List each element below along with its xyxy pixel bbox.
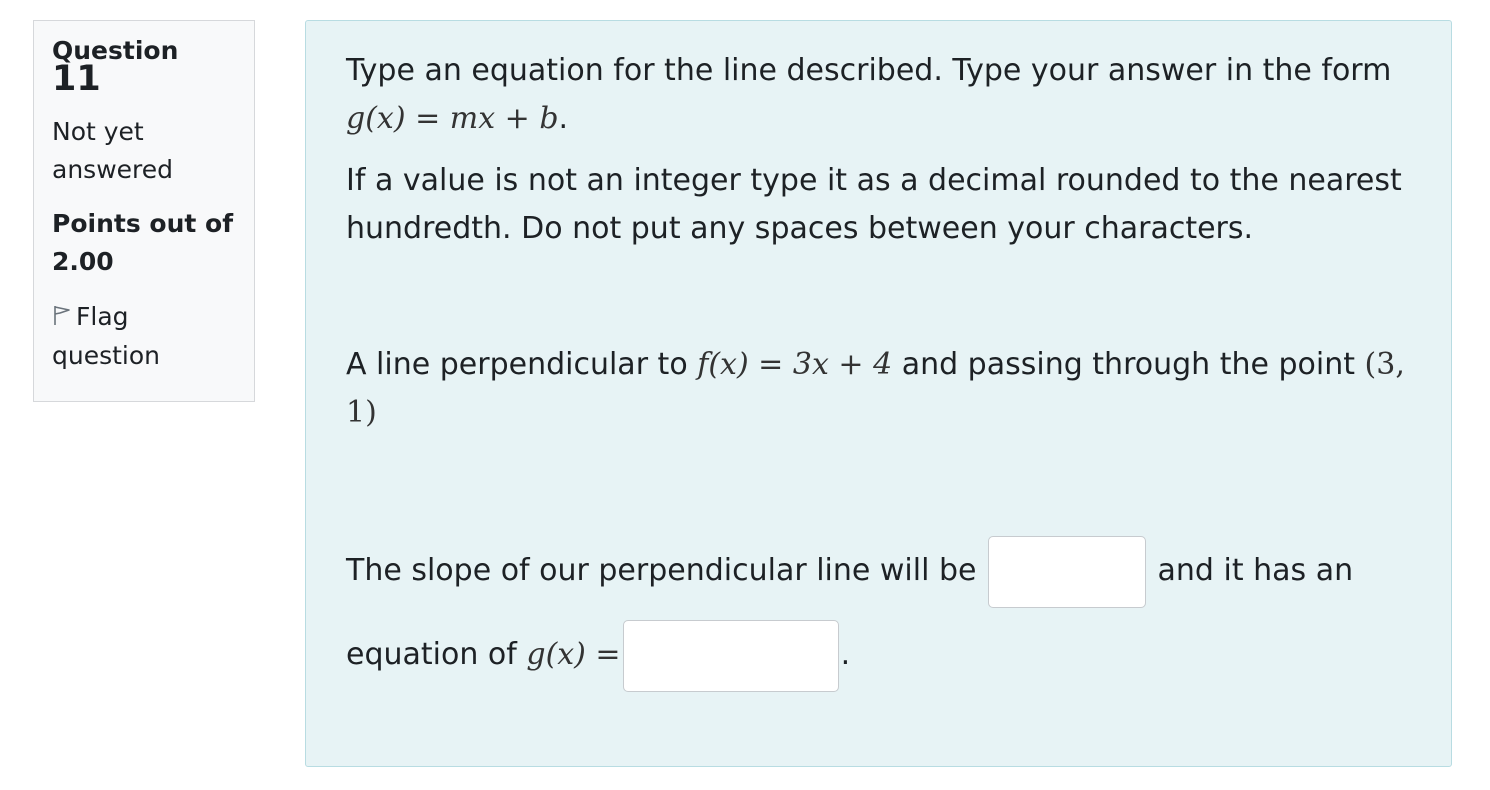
question-grade: Points out of 2.00 xyxy=(52,209,234,276)
instruction-paragraph: Type an equation for the line described.… xyxy=(346,47,1411,143)
slope-prompt: The slope of our perpendicular line will… xyxy=(346,553,986,588)
problem-statement: A line perpendicular to f(x) = 3x + 4 an… xyxy=(346,341,1411,437)
equation-lhs: g(x) = xyxy=(526,637,621,672)
equation-answer-input[interactable] xyxy=(622,619,839,692)
problem-text-b: and passing through the point xyxy=(892,347,1365,382)
form-equation: g(x) = mx + b xyxy=(346,101,559,136)
given-function: f(x) = 3x + 4 xyxy=(697,347,893,382)
question-info-panel: Question 11 Not yet answered Points out … xyxy=(33,20,255,402)
question-text-panel: Type an equation for the line described.… xyxy=(305,20,1452,767)
problem-text-a: A line perpendicular to xyxy=(346,347,698,382)
rounding-instructions: If a value is not an integer type it as … xyxy=(346,163,1402,246)
answer-paragraph: The slope of our perpendicular line will… xyxy=(346,529,1411,697)
question-state: Not yet answered xyxy=(52,117,173,184)
question-number: 11 xyxy=(52,59,101,99)
flag-question-link[interactable]: Flag question xyxy=(52,298,236,375)
answer-period: . xyxy=(840,637,851,672)
instruction-period: . xyxy=(558,101,569,136)
instruction-text: Type an equation for the line described.… xyxy=(346,53,1392,88)
slope-answer-input[interactable] xyxy=(988,535,1146,608)
flag-icon[interactable] xyxy=(52,299,74,337)
